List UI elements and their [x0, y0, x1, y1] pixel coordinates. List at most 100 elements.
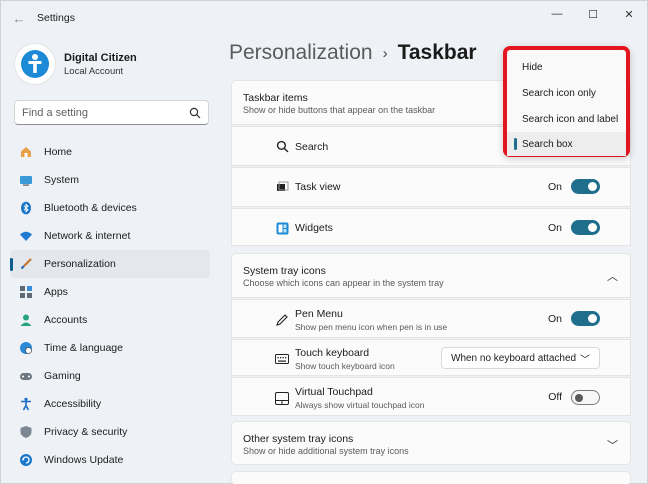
sidebar-item-system[interactable]: System	[10, 166, 210, 194]
section-subtitle: Show or hide buttons that appear on the …	[243, 105, 436, 115]
virtual-touchpad-row: Virtual Touchpad Always show virtual tou…	[231, 377, 631, 416]
touch-keyboard-description: Show touch keyboard icon	[295, 361, 395, 371]
section-title: System tray icons	[243, 265, 326, 277]
breadcrumb: Personalization › Taskbar	[229, 41, 477, 65]
sidebar-item-label: Privacy & security	[44, 426, 128, 438]
wifi-icon	[18, 228, 34, 244]
sidebar-item-label: Apps	[44, 286, 68, 298]
task-view-label: Task view	[295, 181, 341, 193]
update-icon	[18, 452, 34, 468]
section-subtitle: Show or hide additional system tray icon…	[243, 446, 409, 456]
section-title: Taskbar items	[243, 92, 308, 104]
pen-menu-toggle[interactable]	[571, 311, 600, 326]
chevron-up-icon[interactable]: ︿	[607, 268, 618, 284]
app-title: Settings	[37, 12, 75, 24]
next-section-card	[231, 471, 631, 484]
sidebar-item-label: Personalization	[44, 258, 116, 270]
home-icon	[18, 144, 34, 160]
sidebar-item-label: System	[44, 174, 80, 186]
sidebar-item-network[interactable]: Network & internet	[10, 222, 210, 250]
keyboard-icon	[274, 351, 290, 367]
dropdown-option-search-icon-only[interactable]: Search icon only	[507, 81, 626, 105]
chevron-down-icon[interactable]: ﹀	[607, 437, 618, 453]
sidebar-item-time-language[interactable]: Time & language	[10, 334, 210, 362]
sidebar-item-personalization[interactable]: Personalization	[10, 250, 210, 278]
gamepad-icon	[18, 368, 34, 384]
virtual-touchpad-toggle[interactable]	[571, 390, 600, 405]
search-label: Search	[295, 141, 329, 153]
system-tray-header[interactable]: System tray icons Choose which icons can…	[231, 253, 631, 298]
sidebar-item-label: Network & internet	[44, 230, 131, 242]
sidebar-item-accounts[interactable]: Accounts	[10, 306, 210, 334]
pen-icon	[274, 312, 290, 328]
pen-menu-state: On	[547, 313, 562, 325]
sidebar-item-bluetooth[interactable]: Bluetooth & devices	[10, 194, 210, 222]
sidebar-item-accessibility[interactable]: Accessibility	[10, 390, 210, 418]
touchpad-icon	[274, 390, 290, 406]
sidebar-item-home[interactable]: Home	[10, 138, 210, 166]
sidebar-item-label: Home	[44, 146, 73, 158]
digital-citizen-logo-icon	[21, 50, 49, 78]
pen-menu-row: Pen Menu Show pen menu icon when pen is …	[231, 299, 631, 338]
title-bar: ← Settings — ☐ ✕	[1, 1, 647, 35]
breadcrumb-parent[interactable]: Personalization	[229, 41, 373, 65]
virtual-touchpad-description: Always show virtual touchpad icon	[295, 400, 425, 410]
sidebar-item-label: Accounts	[44, 314, 88, 326]
sidebar-item-label: Time & language	[44, 342, 123, 354]
shield-icon	[18, 424, 34, 440]
search-placeholder: Find a setting	[22, 106, 89, 119]
close-button[interactable]: ✕	[611, 1, 647, 27]
dropdown-option-search-box[interactable]: Search box	[507, 132, 626, 156]
touch-keyboard-label: Touch keyboard	[295, 347, 370, 359]
system-icon	[18, 172, 34, 188]
accounts-icon	[18, 312, 34, 328]
minimize-button[interactable]: —	[539, 1, 575, 27]
sidebar-item-gaming[interactable]: Gaming	[10, 362, 210, 390]
task-view-state: On	[547, 181, 562, 193]
dropdown-option-hide[interactable]: Hide	[507, 55, 626, 79]
pen-menu-label: Pen Menu	[295, 308, 343, 320]
search-icon	[189, 107, 201, 118]
back-arrow-icon[interactable]: ←	[1, 11, 37, 26]
sidebar-item-label: Accessibility	[44, 398, 102, 410]
settings-window: ← Settings — ☐ ✕ Digital Citizen Local A…	[0, 0, 648, 484]
widgets-label: Widgets	[295, 222, 333, 234]
avatar	[14, 43, 56, 85]
touch-keyboard-select[interactable]: When no keyboard attached ﹀	[441, 347, 600, 369]
search-input[interactable]: Find a setting	[14, 100, 209, 125]
chevron-down-icon: ﹀	[580, 354, 590, 366]
sidebar-item-windows-update[interactable]: Windows Update	[10, 446, 210, 474]
sidebar-item-label: Windows Update	[44, 454, 124, 466]
widgets-row: Widgets On	[231, 208, 631, 246]
task-view-row: Task view On	[231, 167, 631, 207]
other-tray-header[interactable]: Other system tray icons Show or hide add…	[231, 421, 631, 465]
account-type: Local Account	[64, 65, 124, 77]
dropdown-option-search-icon-and-label[interactable]: Search icon and label	[507, 107, 626, 131]
globe-icon	[18, 340, 34, 356]
pen-menu-description: Show pen menu icon when pen is in use	[295, 322, 448, 332]
widgets-toggle[interactable]	[571, 220, 600, 235]
search-icon	[274, 138, 290, 154]
task-view-icon	[274, 179, 290, 195]
touch-keyboard-row: Touch keyboard Show touch keyboard icon …	[231, 339, 631, 376]
section-subtitle: Choose which icons can appear in the sys…	[243, 278, 444, 288]
breadcrumb-separator: ›	[382, 44, 388, 62]
apps-icon	[18, 284, 34, 300]
window-controls: — ☐ ✕	[539, 1, 647, 27]
sidebar-item-label: Bluetooth & devices	[44, 202, 137, 214]
user-profile[interactable]: Digital Citizen Local Account	[14, 43, 137, 85]
widgets-icon	[274, 220, 290, 236]
page-title: Taskbar	[397, 41, 477, 64]
task-view-toggle[interactable]	[571, 179, 600, 194]
maximize-button[interactable]: ☐	[575, 1, 611, 27]
sidebar-item-privacy[interactable]: Privacy & security	[10, 418, 210, 446]
section-title: Other system tray icons	[243, 433, 354, 445]
bluetooth-icon	[18, 200, 34, 216]
search-options-dropdown: Hide Search icon only Search icon and la…	[503, 46, 630, 157]
sidebar-nav: Home System Bluetooth & devices Network …	[10, 138, 210, 474]
sidebar-item-label: Gaming	[44, 370, 81, 382]
virtual-touchpad-state: Off	[548, 391, 562, 403]
widgets-state: On	[547, 222, 562, 234]
sidebar-item-apps[interactable]: Apps	[10, 278, 210, 306]
user-name: Digital Citizen	[64, 51, 137, 64]
